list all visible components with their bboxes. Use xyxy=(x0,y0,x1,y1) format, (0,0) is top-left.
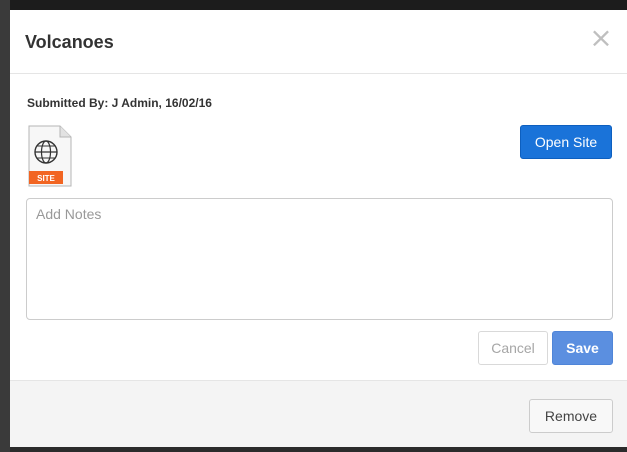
modal-title: Volcanoes xyxy=(25,32,114,52)
note-modal: Volcanoes × Submitted By: J Admin, 16/02… xyxy=(10,10,627,447)
site-file-icon[interactable]: SITE xyxy=(28,125,72,187)
submitted-by-text: Submitted By: J Admin, 16/02/16 xyxy=(27,96,212,110)
modal-header: Volcanoes × xyxy=(10,10,627,74)
backdrop xyxy=(0,0,627,10)
open-site-button[interactable]: Open Site xyxy=(520,125,612,159)
modal-footer: Remove xyxy=(10,380,627,447)
notes-input[interactable] xyxy=(26,198,613,320)
close-button[interactable]: × xyxy=(589,24,613,52)
site-label: SITE xyxy=(37,174,55,183)
cancel-button[interactable]: Cancel xyxy=(478,331,548,365)
save-button[interactable]: Save xyxy=(552,331,613,365)
modal-body: Submitted By: J Admin, 16/02/16 SITE Ope… xyxy=(10,74,627,380)
remove-button[interactable]: Remove xyxy=(529,399,613,433)
close-icon: × xyxy=(589,21,613,54)
backdrop-edge xyxy=(0,0,10,452)
